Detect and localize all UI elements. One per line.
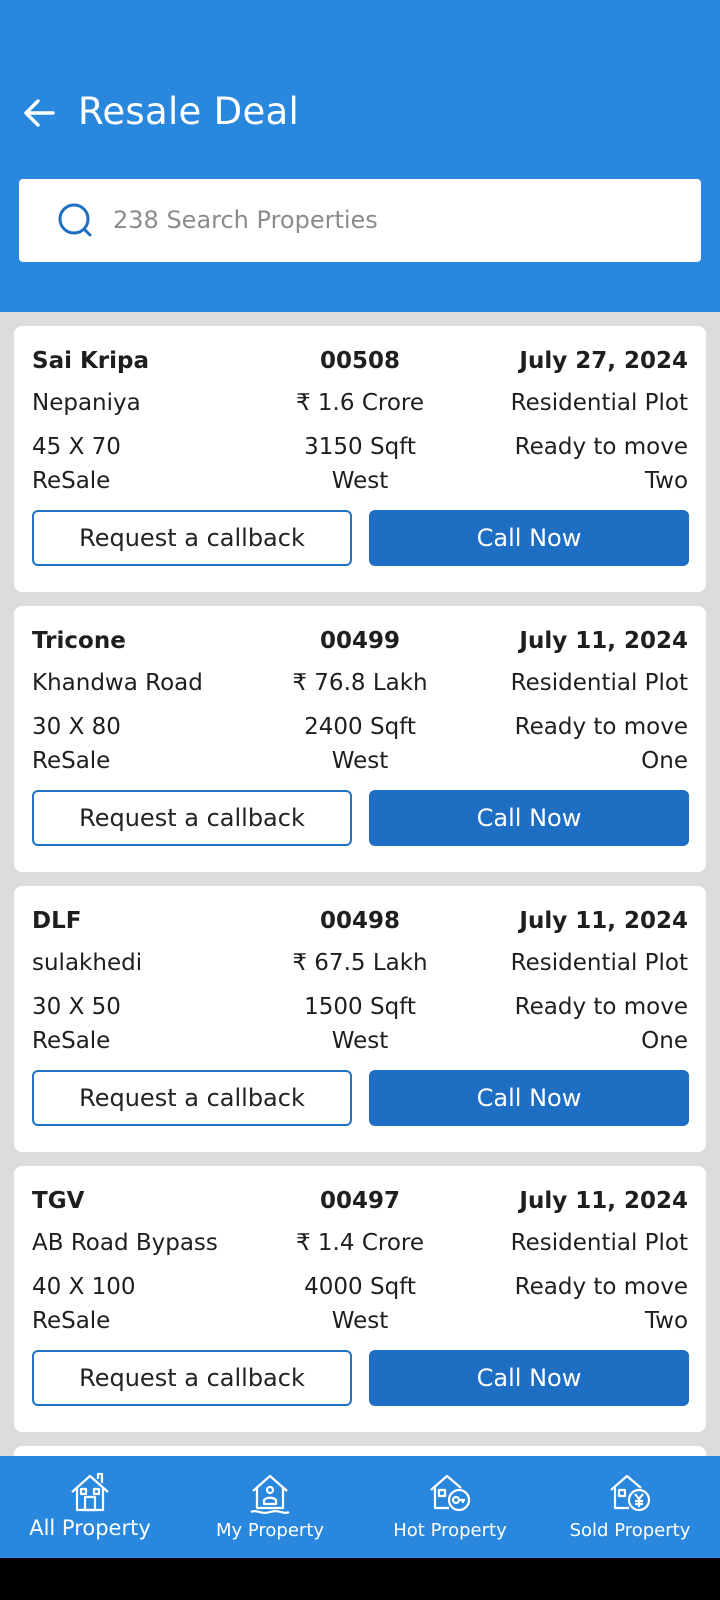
request-callback-button[interactable]: Request a callback: [32, 1070, 352, 1126]
nav-my-property[interactable]: My Property: [180, 1456, 360, 1558]
my-property-icon: [250, 1474, 290, 1514]
listing-status: Ready to move: [514, 994, 689, 1020]
listing-dimensions: 45 X 70: [32, 434, 121, 460]
back-arrow-icon[interactable]: [22, 96, 56, 130]
search-input[interactable]: [113, 199, 673, 241]
listing-count: Two: [644, 468, 689, 494]
call-now-button[interactable]: Call Now: [369, 790, 689, 846]
nav-hot-property[interactable]: Hot Property: [360, 1456, 540, 1558]
call-now-button[interactable]: Call Now: [369, 1350, 689, 1406]
listing-name: Tricone: [32, 628, 126, 654]
nav-sold-property[interactable]: Sold Property: [540, 1456, 720, 1558]
listing-card: Tricone 00499 July 11, 2024 Khandwa Road…: [14, 606, 706, 872]
listing-area: 1500 Sqft: [304, 994, 416, 1020]
listing-card: Sai Kripa 00508 July 27, 2024 Nepaniya ₹…: [14, 326, 706, 592]
listing-dimensions: 30 X 80: [32, 714, 121, 740]
page-title: Resale Deal: [78, 90, 300, 133]
listing-code: 00508: [319, 348, 401, 374]
listing-category: Residential Plot: [510, 670, 689, 696]
listing-price: ₹ 67.5 Lakh: [292, 950, 428, 976]
listing-code: 00498: [319, 908, 401, 934]
nav-label: My Property: [215, 1520, 325, 1541]
listing-category: Residential Plot: [510, 950, 689, 976]
listing-facing: West: [331, 1308, 389, 1334]
listing-location: sulakhedi: [32, 950, 143, 976]
listing-card: TGV 00497 July 11, 2024 AB Road Bypass ₹…: [14, 1166, 706, 1432]
listing-count: One: [641, 748, 689, 774]
nav-label: Sold Property: [569, 1520, 691, 1541]
listing-list: Sai Kripa 00508 July 27, 2024 Nepaniya ₹…: [14, 326, 706, 1446]
hot-property-icon: [430, 1474, 471, 1512]
listing-category: Residential Plot: [510, 390, 689, 416]
listing-date: July 11, 2024: [519, 628, 689, 654]
listing-name: Sai Kripa: [32, 348, 150, 374]
call-now-button[interactable]: Call Now: [369, 510, 689, 566]
bottom-navigation: All Property My Property Hot Property So…: [0, 1456, 720, 1558]
listing-status: Ready to move: [514, 1274, 689, 1300]
listing-price: ₹ 76.8 Lakh: [292, 670, 428, 696]
listing-facing: West: [331, 1028, 389, 1054]
listing-location: Nepaniya: [32, 390, 141, 416]
all-property-icon: [71, 1472, 109, 1512]
listing-date: July 11, 2024: [519, 1188, 689, 1214]
nav-all-property[interactable]: All Property: [0, 1456, 180, 1558]
request-callback-button[interactable]: Request a callback: [32, 1350, 352, 1406]
listing-card: DLF 00498 July 11, 2024 sulakhedi ₹ 67.5…: [14, 886, 706, 1152]
listing-dimensions: 30 X 50: [32, 994, 121, 1020]
listing-price: ₹ 1.6 Crore: [295, 390, 425, 416]
listing-count: Two: [644, 1308, 689, 1334]
listing-deal-type: ReSale: [32, 748, 111, 774]
listing-status: Ready to move: [514, 434, 689, 460]
app-header: Resale Deal: [0, 0, 720, 312]
listing-price: ₹ 1.4 Crore: [295, 1230, 425, 1256]
search-bar[interactable]: [19, 179, 701, 262]
listing-facing: West: [331, 748, 389, 774]
search-icon: [58, 203, 92, 237]
listing-count: One: [641, 1028, 689, 1054]
listing-dimensions: 40 X 100: [32, 1274, 136, 1300]
listing-category: Residential Plot: [510, 1230, 689, 1256]
listing-date: July 11, 2024: [519, 908, 689, 934]
listing-status: Ready to move: [514, 714, 689, 740]
system-navigation-bar: [0, 1558, 720, 1600]
listing-area: 4000 Sqft: [304, 1274, 416, 1300]
call-now-button[interactable]: Call Now: [369, 1070, 689, 1126]
sold-property-icon: [610, 1474, 651, 1512]
listing-facing: West: [331, 468, 389, 494]
nav-label: Hot Property: [393, 1520, 507, 1541]
listing-deal-type: ReSale: [32, 1028, 111, 1054]
listing-deal-type: ReSale: [32, 468, 111, 494]
nav-label: All Property: [29, 1516, 151, 1540]
listing-deal-type: ReSale: [32, 1308, 111, 1334]
request-callback-button[interactable]: Request a callback: [32, 510, 352, 566]
listing-name: TGV: [32, 1188, 85, 1214]
listing-area: 3150 Sqft: [304, 434, 416, 460]
listing-location: Khandwa Road: [32, 670, 203, 696]
listing-code: 00499: [319, 628, 401, 654]
listing-location: AB Road Bypass: [32, 1230, 218, 1256]
listing-code: 00497: [319, 1188, 401, 1214]
listing-area: 2400 Sqft: [304, 714, 416, 740]
request-callback-button[interactable]: Request a callback: [32, 790, 352, 846]
listing-name: DLF: [32, 908, 82, 934]
listing-date: July 27, 2024: [519, 348, 689, 374]
